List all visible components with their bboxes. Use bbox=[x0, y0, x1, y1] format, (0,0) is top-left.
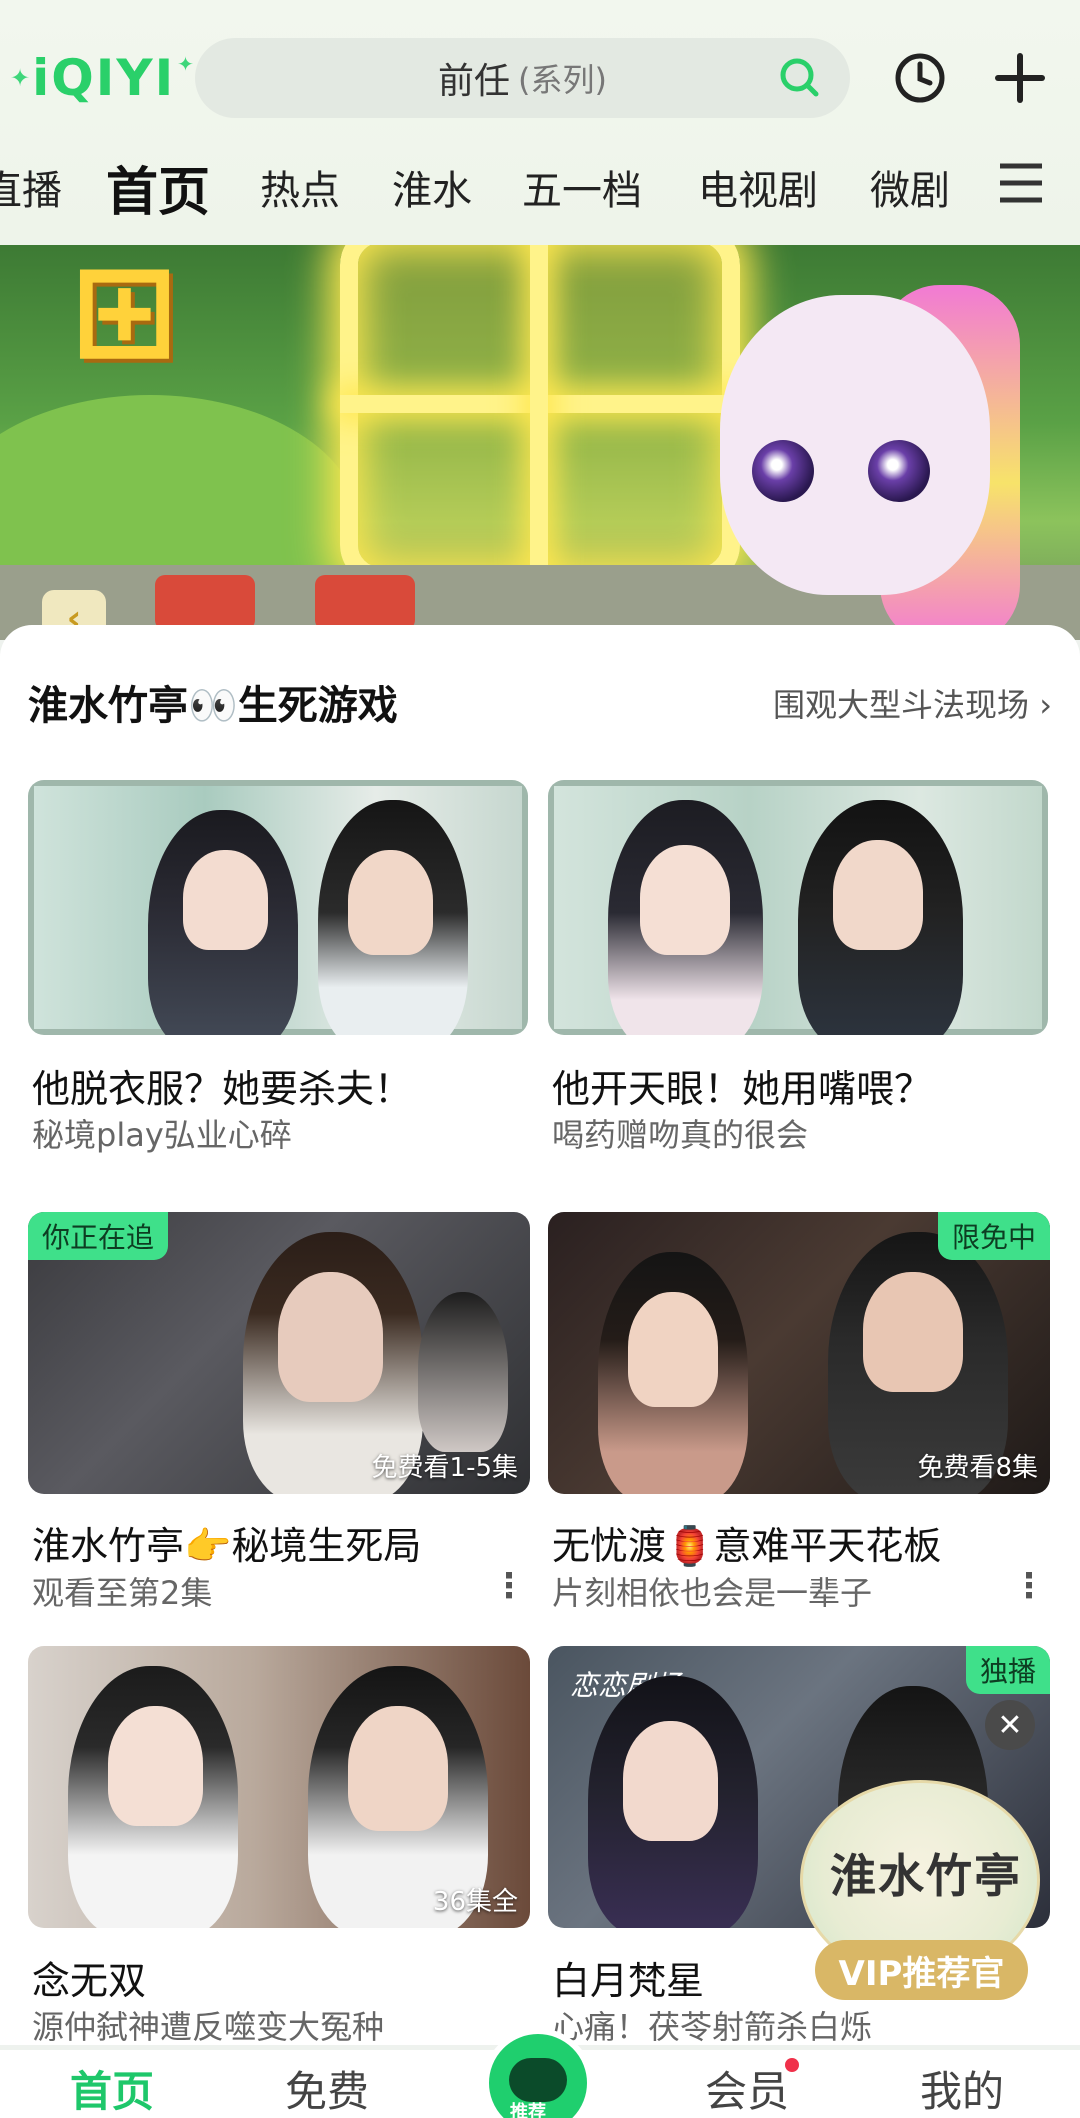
video-title-2[interactable]: 无忧渡🏮意难平天花板 bbox=[552, 1515, 941, 1570]
video-title-4[interactable]: 白月梵星 bbox=[552, 1950, 704, 2005]
tab-live[interactable]: 直播 bbox=[0, 158, 62, 216]
actor-face bbox=[833, 840, 923, 950]
sparkle-icon: ✦ bbox=[177, 52, 194, 76]
sparkle-icon: ✦ bbox=[10, 64, 31, 92]
plus-icon[interactable] bbox=[990, 48, 1050, 108]
featured-thumbnail-1[interactable] bbox=[28, 780, 528, 1035]
search-icon[interactable] bbox=[778, 56, 822, 100]
character-eye bbox=[868, 440, 930, 502]
banner-glyph-art: ⊞ bbox=[70, 245, 179, 386]
menu-icon[interactable] bbox=[996, 160, 1046, 206]
featured-thumbnail-2[interactable] bbox=[548, 780, 1048, 1035]
actor-face bbox=[623, 1721, 718, 1841]
logo-text: iQIYI bbox=[32, 49, 176, 107]
featured-subtitle-1: 秘境play弘业心碎 bbox=[32, 1116, 292, 1154]
featured-title-1[interactable]: 他脱衣服？她要杀夫！ bbox=[32, 1058, 412, 1113]
mascot-face-icon bbox=[509, 2058, 567, 2102]
featured-subtitle-2: 喝药赠吻真的很会 bbox=[552, 1116, 809, 1154]
tab-huaishui[interactable]: 淮水 bbox=[392, 158, 472, 216]
close-icon[interactable]: ✕ bbox=[985, 1700, 1035, 1750]
actor-face bbox=[348, 1706, 448, 1831]
video-thumbnail-1[interactable]: 你正在追 免费看1-5集 bbox=[28, 1212, 530, 1494]
actor-face bbox=[108, 1706, 203, 1826]
category-tabs: 直播 首页 热点 淮水 五一档 电视剧 微剧 bbox=[0, 140, 1080, 225]
video-title-1[interactable]: 淮水竹亭👉秘境生死局 bbox=[32, 1515, 421, 1570]
tab-tv-series[interactable]: 电视剧 bbox=[698, 158, 818, 216]
hero-banner[interactable]: ⊞ bbox=[0, 245, 1080, 640]
episode-badge: 免费看8集 bbox=[917, 1453, 1038, 1483]
tab-hot[interactable]: 热点 bbox=[260, 158, 340, 216]
nav-me[interactable]: 我的 bbox=[920, 2058, 1004, 2118]
video-subtitle-2: 片刻相依也会是一辈子 bbox=[552, 1574, 873, 1612]
actor-face bbox=[640, 845, 730, 955]
tab-may-day[interactable]: 五一档 bbox=[522, 158, 642, 216]
featured-title-2[interactable]: 他开天眼！她用嘴喂？ bbox=[552, 1058, 932, 1113]
video-thumbnail-3[interactable]: 36集全 bbox=[28, 1646, 530, 1928]
neon-bar bbox=[530, 245, 548, 585]
promo-title: 淮水竹亭 bbox=[830, 1849, 1022, 1903]
episode-badge: 免费看1-5集 bbox=[371, 1453, 518, 1483]
status-badge: 限免中 bbox=[937, 1212, 1050, 1260]
banner-character bbox=[720, 295, 990, 595]
section-more-link[interactable]: 围观大型斗法现场 › bbox=[773, 680, 1052, 726]
nav-recommend-label: 推荐 bbox=[510, 2102, 546, 2118]
search-tag: (系列) bbox=[518, 61, 607, 99]
episode-badge: 36集全 bbox=[432, 1887, 518, 1917]
actor-face bbox=[863, 1272, 963, 1392]
more-options-icon[interactable]: ⋮ bbox=[492, 1566, 526, 1606]
video-title-3[interactable]: 念无双 bbox=[32, 1950, 146, 2005]
actor-figure bbox=[418, 1292, 508, 1452]
actor-face bbox=[348, 850, 433, 955]
status-badge: 你正在追 bbox=[28, 1212, 169, 1260]
video-subtitle-1: 观看至第2集 bbox=[32, 1574, 213, 1612]
tab-home[interactable]: 首页 bbox=[106, 150, 210, 225]
history-clock-icon[interactable] bbox=[890, 48, 950, 108]
more-options-icon[interactable]: ⋮ bbox=[1012, 1566, 1046, 1606]
notification-dot bbox=[785, 2058, 799, 2072]
actor-face bbox=[278, 1272, 383, 1402]
search-keyword: 前任 bbox=[438, 61, 511, 102]
video-thumbnail-2[interactable]: 限免中 免费看8集 bbox=[548, 1212, 1050, 1494]
video-subtitle-3: 源仲弑神遭反噬变大冤种 bbox=[32, 2008, 385, 2046]
nav-free[interactable]: 免费 bbox=[285, 2058, 369, 2118]
character-eye bbox=[752, 440, 814, 502]
actor-face bbox=[628, 1292, 718, 1407]
banner-car bbox=[315, 575, 415, 630]
banner-car bbox=[155, 575, 255, 630]
section-title: 淮水竹亭👀生死游戏 bbox=[28, 683, 398, 729]
nav-home[interactable]: 首页 bbox=[70, 2058, 154, 2118]
nav-vip[interactable]: 会员 bbox=[705, 2058, 789, 2118]
vip-recommend-button[interactable]: VIP推荐官 bbox=[815, 1940, 1028, 2000]
tab-micro-drama[interactable]: 微剧 bbox=[870, 158, 950, 216]
actor-face bbox=[183, 850, 268, 950]
status-badge: 独播 bbox=[965, 1646, 1050, 1694]
search-bar[interactable]: 前任 (系列) bbox=[195, 38, 850, 118]
iqiyi-logo[interactable]: ✦ iQIYI ✦ bbox=[10, 48, 194, 108]
video-subtitle-4: 心痛！茯苓射箭杀白烁 bbox=[552, 2008, 873, 2046]
